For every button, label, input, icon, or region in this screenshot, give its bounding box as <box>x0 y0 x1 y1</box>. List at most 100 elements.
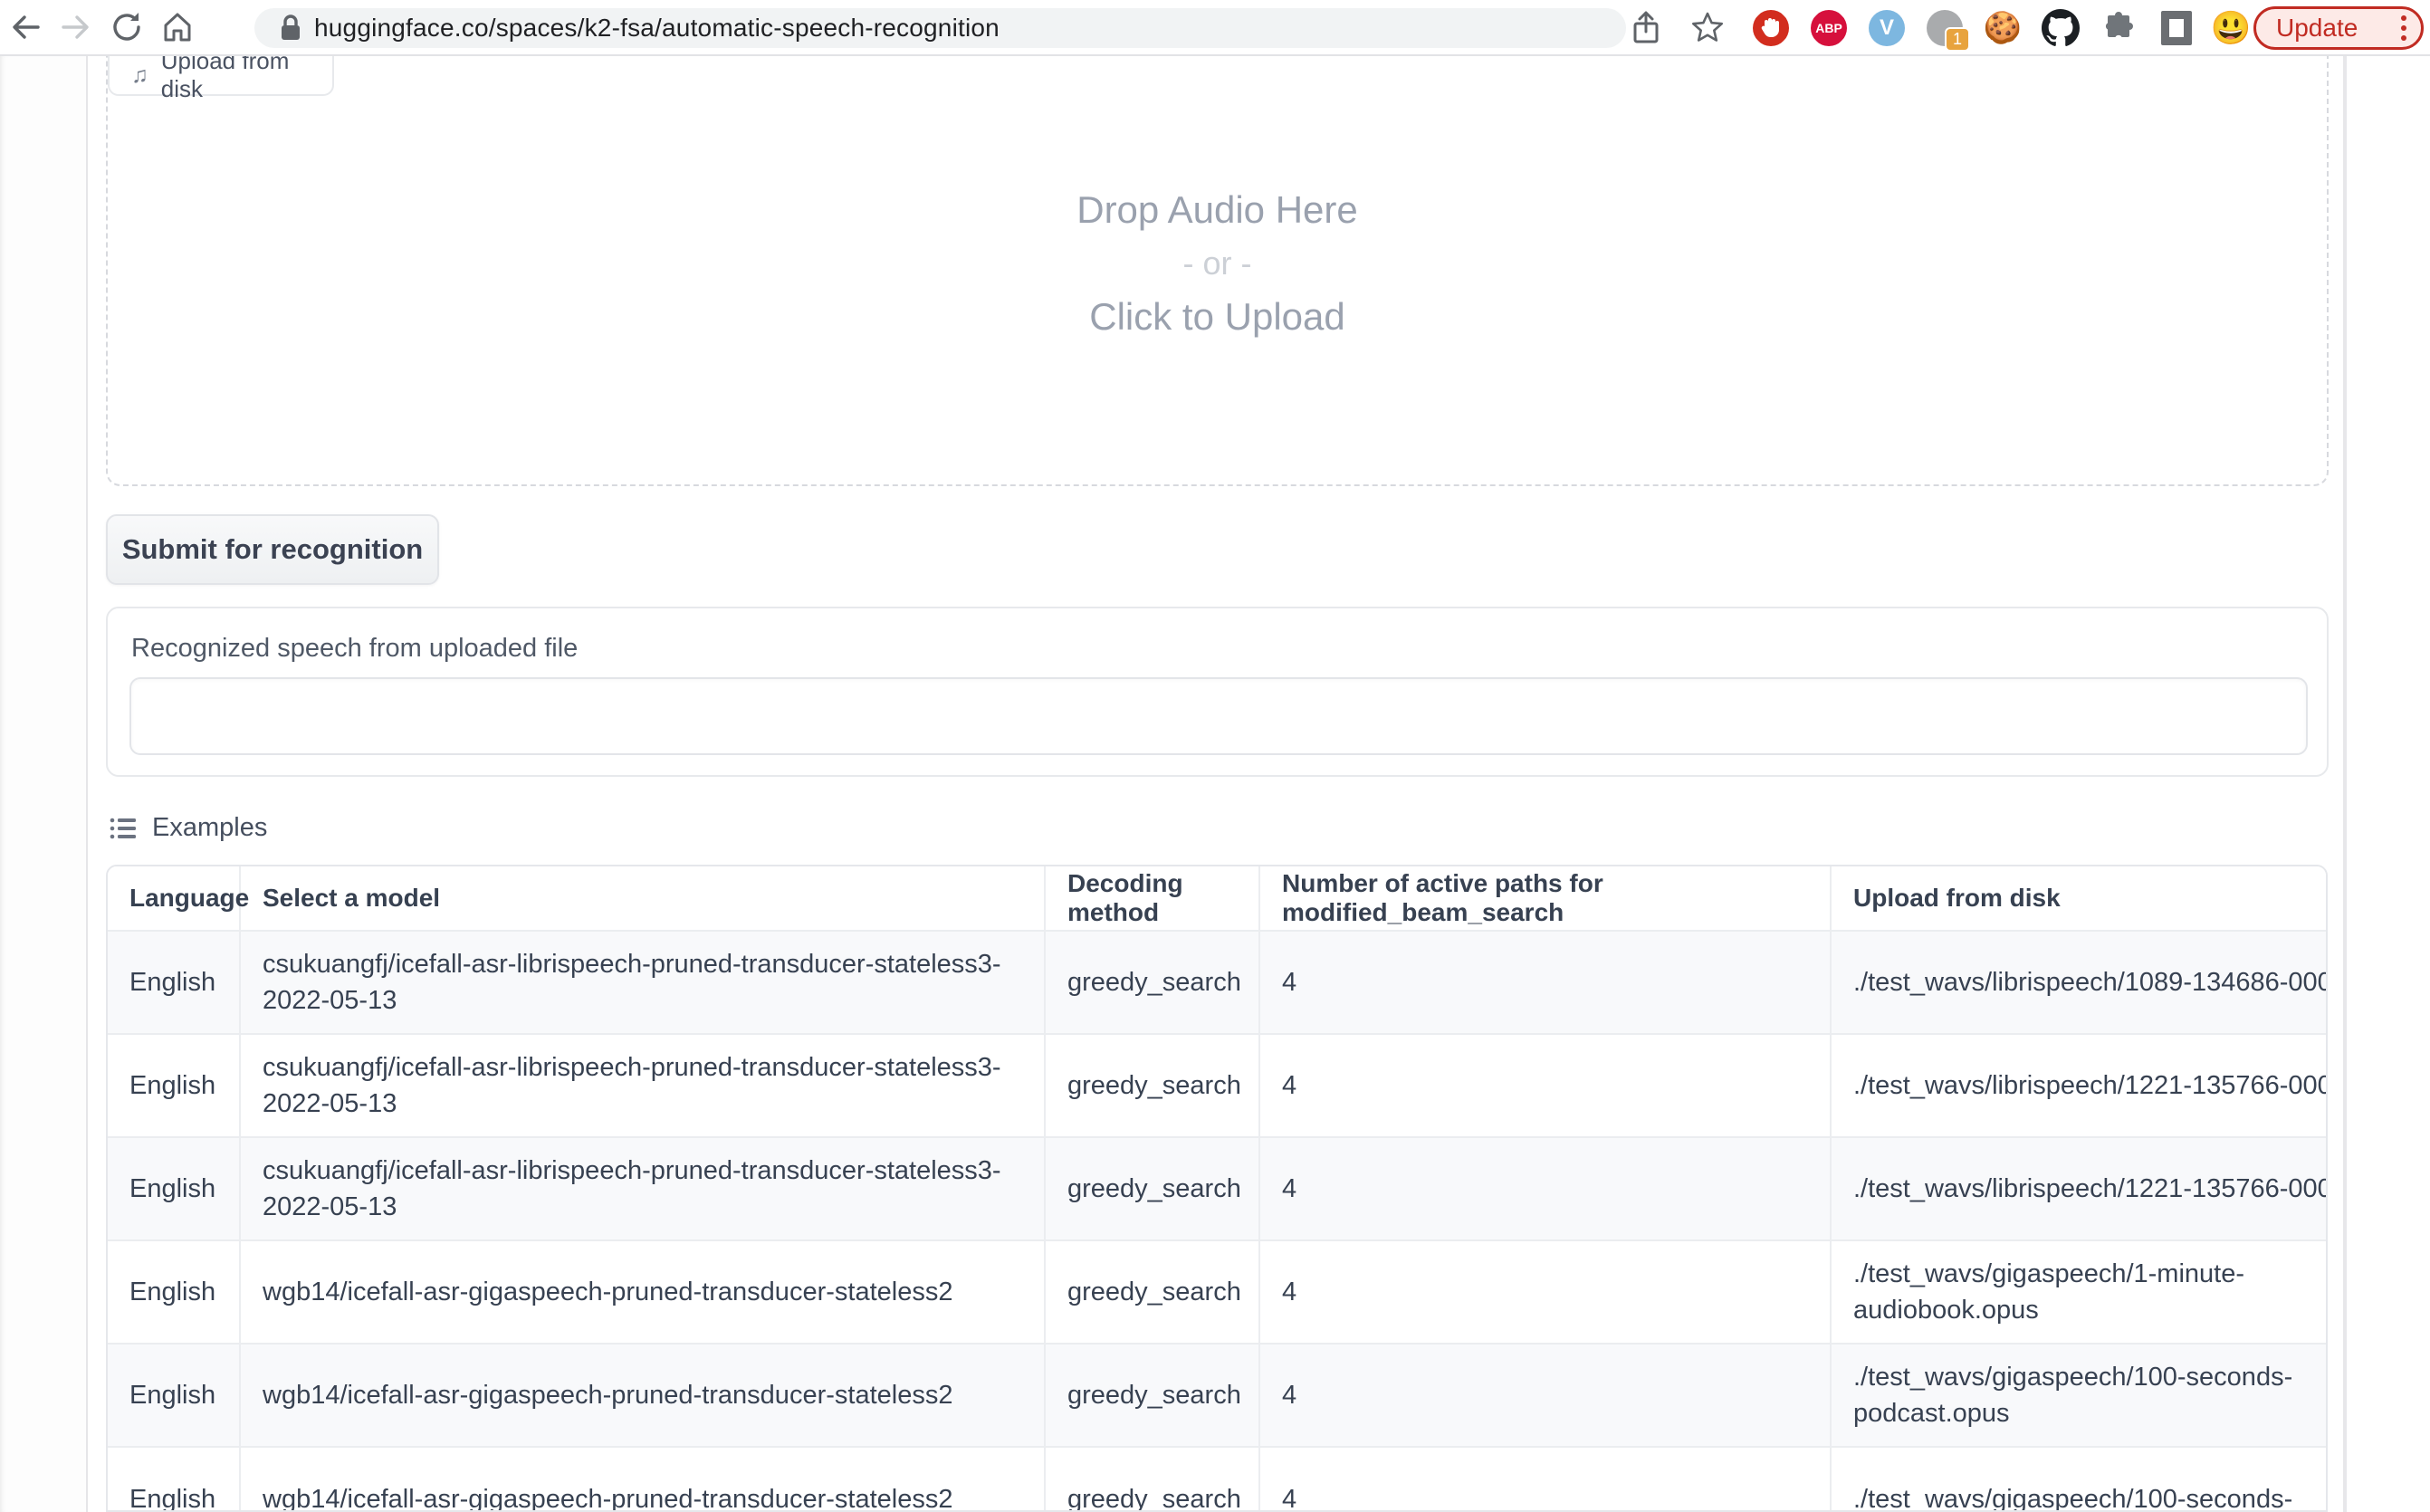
cell-decoding[interactable]: greedy_search <box>1045 1137 1259 1240</box>
extension-cookie[interactable]: 🍪 <box>1977 0 2028 56</box>
cell-decoding[interactable]: greedy_search <box>1045 1344 1259 1447</box>
adblock-hand-icon <box>1753 10 1789 46</box>
left-page-gutter <box>0 56 88 1512</box>
cell-language[interactable]: English <box>108 1344 240 1447</box>
cell-language[interactable]: English <box>108 1447 240 1512</box>
column-header-decoding: Decoding method <box>1045 866 1259 931</box>
forward-arrow-icon <box>58 9 94 45</box>
update-label: Update <box>2276 14 2358 43</box>
column-header-model: Select a model <box>240 866 1045 931</box>
output-label: Recognized speech from uploaded file <box>131 634 578 664</box>
column-header-language: Language <box>108 866 240 931</box>
bookmark-star-icon <box>1689 10 1726 46</box>
recognized-speech-panel: Recognized speech from uploaded file <box>106 607 2329 777</box>
cell-model[interactable]: wgb14/icefall-asr-gigaspeech-pruned-tran… <box>240 1447 1045 1512</box>
cell-paths[interactable]: 4 <box>1259 1240 1831 1344</box>
cell-model[interactable]: csukuangfj/icefall-asr-librispeech-prune… <box>240 1034 1045 1137</box>
vimium-letter: V <box>1880 15 1894 41</box>
reload-icon <box>109 9 145 45</box>
cell-paths[interactable]: 4 <box>1259 1447 1831 1512</box>
example-row[interactable]: Englishcsukuangfj/icefall-asr-librispeec… <box>108 1034 2328 1137</box>
extensions-menu-button[interactable] <box>2093 0 2144 56</box>
example-row[interactable]: Englishwgb14/icefall-asr-gigaspeech-prun… <box>108 1447 2328 1512</box>
table-header-row: LanguageSelect a modelDecoding methodNum… <box>108 866 2328 931</box>
example-row[interactable]: Englishwgb14/icefall-asr-gigaspeech-prun… <box>108 1344 2328 1447</box>
cell-upload[interactable]: ./test_wavs/librispeech/1221-135766-0002… <box>1831 1137 2328 1240</box>
cell-upload[interactable]: ./test_wavs/librispeech/1221-135766-0001… <box>1831 1034 2328 1137</box>
cell-upload[interactable]: ./test_wavs/gigaspeech/100-seconds- <box>1831 1447 2328 1512</box>
extension-github[interactable] <box>2035 0 2086 56</box>
cell-upload[interactable]: ./test_wavs/gigaspeech/1-minute-audioboo… <box>1831 1240 2328 1344</box>
profile-avatar[interactable]: 😃 <box>2205 0 2256 56</box>
page-scrollbar-track[interactable] <box>2343 56 2347 1512</box>
reader-mode-button[interactable] <box>2151 0 2202 56</box>
smiley-avatar-icon: 😃 <box>2211 9 2252 47</box>
url-bar[interactable]: huggingface.co/spaces/k2-fsa/automatic-s… <box>254 8 1626 48</box>
cell-language[interactable]: English <box>108 1034 240 1137</box>
cell-model[interactable]: wgb14/icefall-asr-gigaspeech-pruned-tran… <box>240 1344 1045 1447</box>
cell-upload[interactable]: ./test_wavs/gigaspeech/100-seconds-podca… <box>1831 1344 2328 1447</box>
github-octocat-icon <box>2042 9 2080 47</box>
reader-frame-icon <box>2161 11 2192 45</box>
reload-button[interactable] <box>101 2 152 53</box>
lock-icon <box>280 14 301 42</box>
cookie-icon: 🍪 <box>1984 10 2022 46</box>
cell-decoding[interactable]: greedy_search <box>1045 1034 1259 1137</box>
share-icon <box>1630 10 1662 46</box>
gray-circle-icon: 1 <box>1927 10 1963 46</box>
extension-adblocker[interactable] <box>1746 0 1796 56</box>
examples-table-body: Englishcsukuangfj/icefall-asr-librispeec… <box>108 931 2328 1512</box>
notification-badge: 1 <box>1945 27 1970 52</box>
example-row[interactable]: Englishcsukuangfj/icefall-asr-librispeec… <box>108 1137 2328 1240</box>
url-text: huggingface.co/spaces/k2-fsa/automatic-s… <box>314 14 1000 43</box>
cell-model[interactable]: wgb14/icefall-asr-gigaspeech-pruned-tran… <box>240 1240 1045 1344</box>
cell-model[interactable]: csukuangfj/icefall-asr-librispeech-prune… <box>240 931 1045 1034</box>
home-button[interactable] <box>152 2 203 53</box>
examples-header: Examples <box>109 813 267 843</box>
example-row[interactable]: Englishcsukuangfj/icefall-asr-librispeec… <box>108 931 2328 1034</box>
tab-upload-from-disk[interactable]: ♫ Upload from disk <box>108 56 334 96</box>
column-header-upload: Upload from disk <box>1831 866 2328 931</box>
cell-language[interactable]: English <box>108 931 240 1034</box>
music-note-icon: ♫ <box>131 62 148 89</box>
browser-toolbar: huggingface.co/spaces/k2-fsa/automatic-s… <box>0 0 2430 56</box>
cell-decoding[interactable]: greedy_search <box>1045 1240 1259 1344</box>
cell-language[interactable]: English <box>108 1240 240 1344</box>
or-text: - or - <box>106 244 2329 282</box>
examples-table: LanguageSelect a modelDecoding methodNum… <box>106 865 2328 1512</box>
click-to-upload-text: Click to Upload <box>106 295 2329 339</box>
vimium-icon: V <box>1869 10 1905 46</box>
back-arrow-icon <box>7 9 43 45</box>
cell-language[interactable]: English <box>108 1137 240 1240</box>
cell-decoding[interactable]: greedy_search <box>1045 931 1259 1034</box>
cell-paths[interactable]: 4 <box>1259 1344 1831 1447</box>
extension-abp[interactable]: ABP <box>1803 0 1854 56</box>
cell-paths[interactable]: 4 <box>1259 1034 1831 1137</box>
cell-decoding[interactable]: greedy_search <box>1045 1447 1259 1512</box>
extensions-puzzle-icon <box>2100 10 2137 46</box>
kebab-menu-icon[interactable] <box>2401 15 2406 41</box>
example-row[interactable]: Englishwgb14/icefall-asr-gigaspeech-prun… <box>108 1240 2328 1344</box>
back-button[interactable] <box>0 2 51 53</box>
column-header-paths: Number of active paths for modified_beam… <box>1259 866 1831 931</box>
bookmark-button[interactable] <box>1682 0 1733 56</box>
home-icon <box>159 9 196 45</box>
drop-audio-here-text: Drop Audio Here <box>106 188 2329 232</box>
chrome-update-button[interactable]: Update <box>2253 6 2424 50</box>
submit-for-recognition-button[interactable]: Submit for recognition <box>106 514 439 585</box>
examples-label: Examples <box>152 813 267 843</box>
cell-model[interactable]: csukuangfj/icefall-asr-librispeech-prune… <box>240 1137 1045 1240</box>
abp-label: ABP <box>1815 21 1842 35</box>
cell-paths[interactable]: 4 <box>1259 931 1831 1034</box>
recognized-speech-textbox[interactable] <box>129 677 2308 755</box>
browser-window: huggingface.co/spaces/k2-fsa/automatic-s… <box>0 0 2430 1512</box>
abp-stop-icon: ABP <box>1811 10 1847 46</box>
examples-list-icon <box>109 814 138 843</box>
forward-button[interactable] <box>51 2 101 53</box>
cell-paths[interactable]: 4 <box>1259 1137 1831 1240</box>
share-button[interactable] <box>1621 0 1671 56</box>
dropzone-hint: Drop Audio Here - or - Click to Upload <box>106 188 2329 339</box>
cell-upload[interactable]: ./test_wavs/librispeech/1089-134686-0001… <box>1831 931 2328 1034</box>
extension-vimium[interactable]: V <box>1861 0 1912 56</box>
extension-notifier[interactable]: 1 <box>1919 0 1970 56</box>
